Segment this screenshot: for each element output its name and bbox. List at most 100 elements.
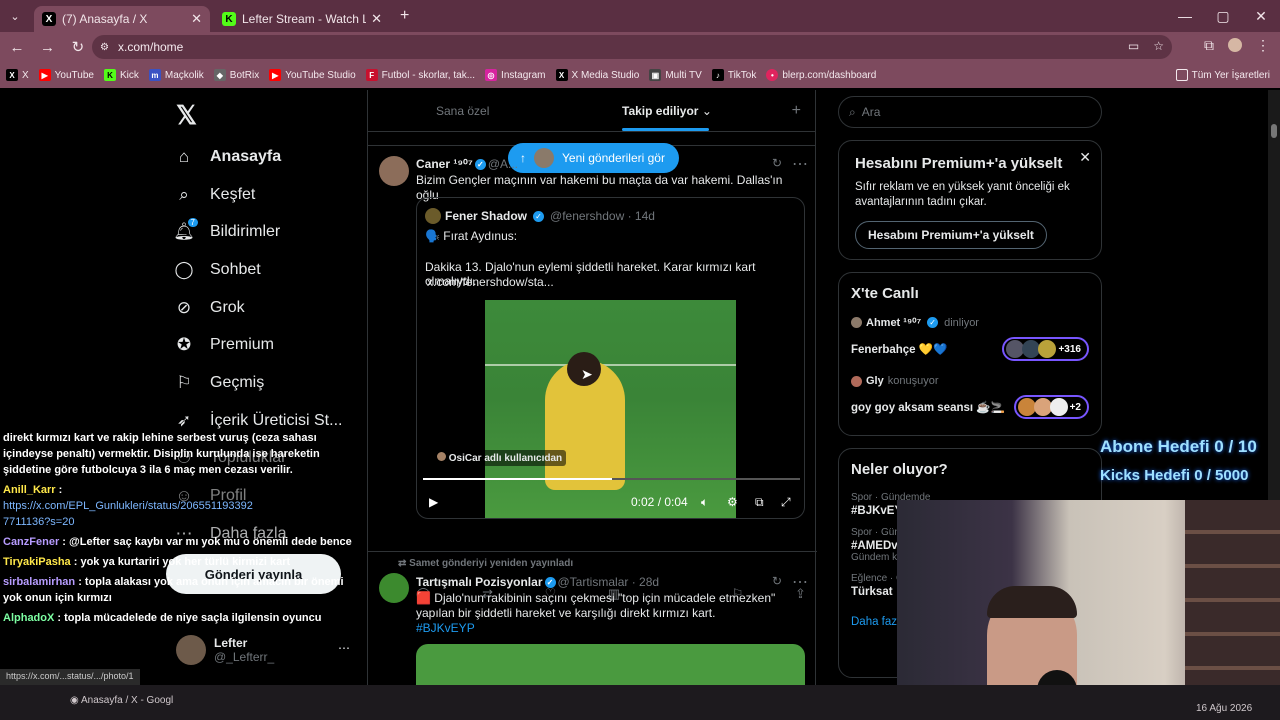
url-bar[interactable]: ⚙ x.com/home ▭ ☆ <box>92 35 1172 59</box>
new-tab-icon[interactable]: + <box>400 7 409 25</box>
feed-tabs: Sana özel Takip ediliyor ⌄ + <box>368 90 815 132</box>
all-bookmarks[interactable]: Tüm Yer İşaretleri <box>1175 69 1270 81</box>
pip-icon[interactable]: ⧉ <box>755 495 764 510</box>
main-feed: Sana özel Takip ediliyor ⌄ + ↑ Yeni gönd… <box>367 90 817 685</box>
x-logo-icon: X <box>555 69 568 81</box>
chat-message: https://x.com/EPL_Gunlukleri/status/2065… <box>3 500 253 528</box>
bell-icon: 🔔︎ 7 <box>172 218 198 242</box>
verified-icon: ✓ <box>544 577 556 589</box>
premium-card: ✕ Hesabını Premium+'a yükselt Sıfır rekl… <box>838 140 1102 260</box>
url-text: x.com/home <box>118 40 184 54</box>
play-icon[interactable]: ▶ <box>429 495 438 509</box>
fullscreen-icon[interactable]: ⤢ <box>781 495 791 510</box>
tab-x-home[interactable]: X (7) Anasayfa / X ✕ <box>34 6 210 32</box>
post[interactable]: Caner ¹⁹⁰⁷ ✓ @A... ↻ ⋯ Bizim Gençler maçın… <box>368 148 817 601</box>
tab-search-chevron-icon[interactable]: ⌄ <box>0 10 30 23</box>
sidebar-item-chat[interactable]: ◯ Sohbet <box>172 251 342 289</box>
post-author[interactable]: Tartışmalı Pozisyonlar ✓ @Tartismalar · 28… <box>416 575 659 589</box>
menu-icon[interactable]: ⋮ <box>1256 37 1270 54</box>
close-window-icon[interactable]: ✕ <box>1242 8 1280 25</box>
search-icon: ⌕ <box>179 184 189 204</box>
back-icon[interactable]: ← <box>4 39 30 56</box>
cast-icon[interactable]: ▭ <box>1128 39 1139 53</box>
sidebar-item-notifications[interactable]: 🔔︎ 7 Bildirimler <box>172 213 342 251</box>
tab-title: (7) Anasayfa / X <box>62 12 148 26</box>
live-title: X'te Canlı <box>851 285 919 302</box>
sidebar-item-bookmarks[interactable]: ⚐ Geçmiş <box>172 364 342 402</box>
bookmark-blerp[interactable]: • blerp.com/dashboard <box>766 69 876 81</box>
bookmark-youtube[interactable]: ▶ YouTube <box>38 69 94 81</box>
divider <box>368 551 817 552</box>
trends-title: Neler oluyor? <box>851 461 948 478</box>
tab-title: Lefter Stream - Watch Live on K <box>242 12 366 26</box>
post[interactable]: ⇄ Samet gönderiyi yeniden yayınladı Tart… <box>368 555 817 685</box>
upgrade-premium-button[interactable]: Hesabını Premium+'a yükselt <box>855 221 1047 249</box>
avatar[interactable] <box>379 156 409 186</box>
video-controls: ▶ 0:02 / 0:04 🔈︎ ⚙ ⧉ ⤢ <box>417 484 804 518</box>
taskbar-window[interactable]: ◉ Anasayfa / X - Googl <box>70 695 173 706</box>
sidebar-item-premium[interactable]: ✪ Premium <box>172 326 342 364</box>
close-tab-icon[interactable]: ✕ <box>371 11 382 27</box>
sidebar-item-grok[interactable]: ⊘ Grok <box>172 289 342 327</box>
bookmark-youtube-studio[interactable]: ▶ YouTube Studio <box>269 69 356 81</box>
quoted-post[interactable]: Fener Shadow ✓ @fenershdow · 14d 🗣️ Fırat… <box>416 197 805 519</box>
folder-icon <box>1175 69 1188 81</box>
video-progress-track[interactable] <box>423 478 800 480</box>
volume-icon[interactable]: 🔈︎ <box>701 495 708 510</box>
star-icon[interactable]: ☆ <box>1153 39 1164 53</box>
avatar <box>851 317 862 328</box>
address-toolbar: ← → ↻ ⚙ x.com/home ▭ ☆ ⧉ ⋮ <box>0 32 1280 62</box>
bookmark-instagram[interactable]: ◎ Instagram <box>485 69 546 81</box>
chat-message: sirbalamirhan : topla alakası yok ama on… <box>3 576 344 604</box>
x-logo-icon: X <box>6 69 18 81</box>
extensions-icon[interactable]: ⧉ <box>1204 37 1214 54</box>
settings-icon[interactable]: ⚙ <box>727 495 738 509</box>
kicks-goal-overlay: Kicks Hedefi 0 / 5000 <box>1100 467 1249 484</box>
grok-icon[interactable]: ↻ <box>772 574 782 588</box>
video-credit: OsiCar adlı kullanıcıdan <box>433 450 567 466</box>
maximize-icon[interactable]: ▢ <box>1204 8 1242 25</box>
tab-following[interactable]: Takip ediliyor ⌄ <box>622 104 712 118</box>
chat-icon: ◯ <box>174 259 194 279</box>
quote-link[interactable]: x.com/fenershdow/sta... <box>427 275 554 289</box>
live-space[interactable]: Gly konuşuyor goy goy aksam seansı ☕🚬 +2 <box>851 375 1089 419</box>
notification-badge: 7 <box>187 218 198 228</box>
add-list-icon[interactable]: + <box>792 102 801 120</box>
avatar[interactable] <box>379 573 409 603</box>
reload-icon[interactable]: ↻ <box>65 38 91 56</box>
tab-kick-stream[interactable]: K Lefter Stream - Watch Live on K ✕ <box>214 6 390 32</box>
tab-for-you[interactable]: Sana özel <box>436 104 489 118</box>
x-logo-icon[interactable]: 𝕏 <box>176 100 197 131</box>
x-logo-icon: X <box>42 12 56 26</box>
site-info-icon[interactable]: ⚙ <box>100 42 109 53</box>
grok-icon[interactable]: ↻ <box>772 156 782 170</box>
bookmark-botrix[interactable]: ◆ BotRix <box>213 69 259 81</box>
close-icon[interactable]: ✕ <box>1079 149 1091 166</box>
kick-logo-icon: K <box>222 12 236 26</box>
bookmark-kick[interactable]: K Kick <box>103 69 139 81</box>
bookmark-tiktok[interactable]: ♪ TikTok <box>711 69 756 81</box>
bookmark-futbol[interactable]: F Futbol - skorlar, tak... <box>365 69 475 81</box>
bookmark-x-media-studio[interactable]: XX Media Studio <box>555 69 639 81</box>
profile-avatar[interactable] <box>1228 38 1242 52</box>
quote-line: 🗣️ Fırat Aydınus: <box>425 229 518 243</box>
post-image[interactable] <box>416 644 805 685</box>
minimize-icon[interactable]: — <box>1166 8 1204 24</box>
window-controls: — ▢ ✕ <box>1166 0 1280 32</box>
forward-icon[interactable]: → <box>34 39 60 56</box>
scrollbar-thumb[interactable] <box>1271 124 1277 138</box>
sidebar-item-explore[interactable]: ⌕ Keşfet <box>172 176 342 214</box>
post-author[interactable]: Caner ¹⁹⁰⁷ ✓ @A... <box>416 157 518 171</box>
post-hashtag[interactable]: #BJKvEYP <box>416 621 806 636</box>
bookmark-x[interactable]: XX <box>6 69 29 81</box>
url-actions: ▭ ☆ <box>1128 39 1164 53</box>
close-tab-icon[interactable]: ✕ <box>191 11 202 27</box>
more-icon[interactable]: ⋯ <box>792 572 808 592</box>
bookmark-multitv[interactable]: ▣ Multi TV <box>649 69 702 81</box>
live-space[interactable]: Ahmet ¹⁹⁰⁷ ✓ dinliyor Fenerbahçe 💛💙 +316 <box>851 316 1089 361</box>
search-input[interactable]: ⌕ Ara <box>838 96 1102 128</box>
bookmark-mackolik[interactable]: m Maçkolik <box>148 69 204 81</box>
sidebar-item-home[interactable]: ⌂ Anasayfa <box>172 138 342 176</box>
more-icon[interactable]: ⋯ <box>792 154 808 174</box>
listeners-pill: +316 <box>1002 337 1089 361</box>
